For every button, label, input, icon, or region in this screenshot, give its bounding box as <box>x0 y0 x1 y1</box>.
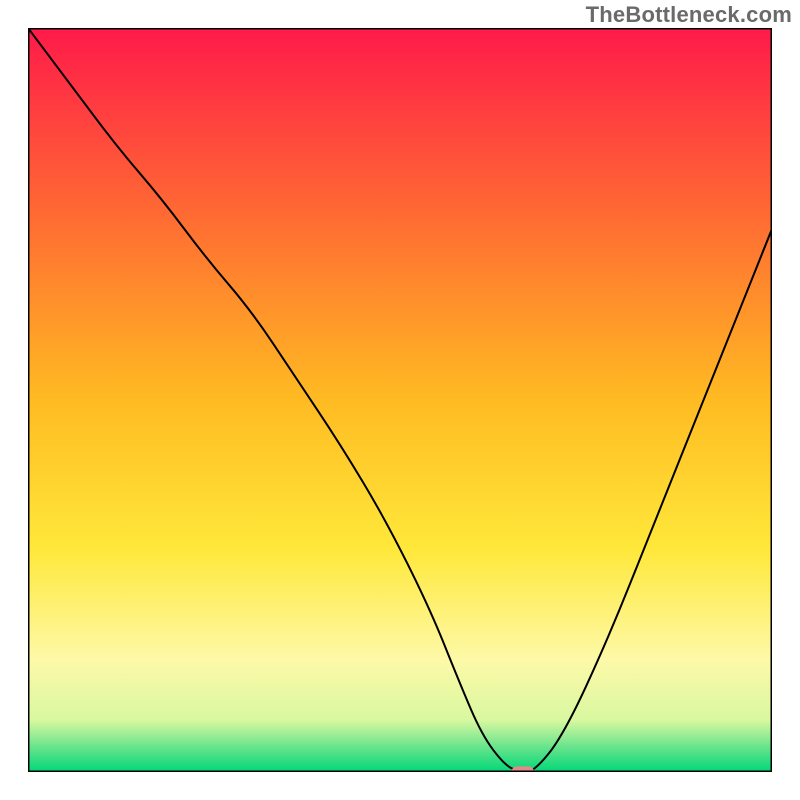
chart-svg <box>28 28 772 772</box>
bottleneck-chart <box>28 28 772 772</box>
site-watermark: TheBottleneck.com <box>586 2 792 28</box>
chart-background <box>28 28 772 772</box>
